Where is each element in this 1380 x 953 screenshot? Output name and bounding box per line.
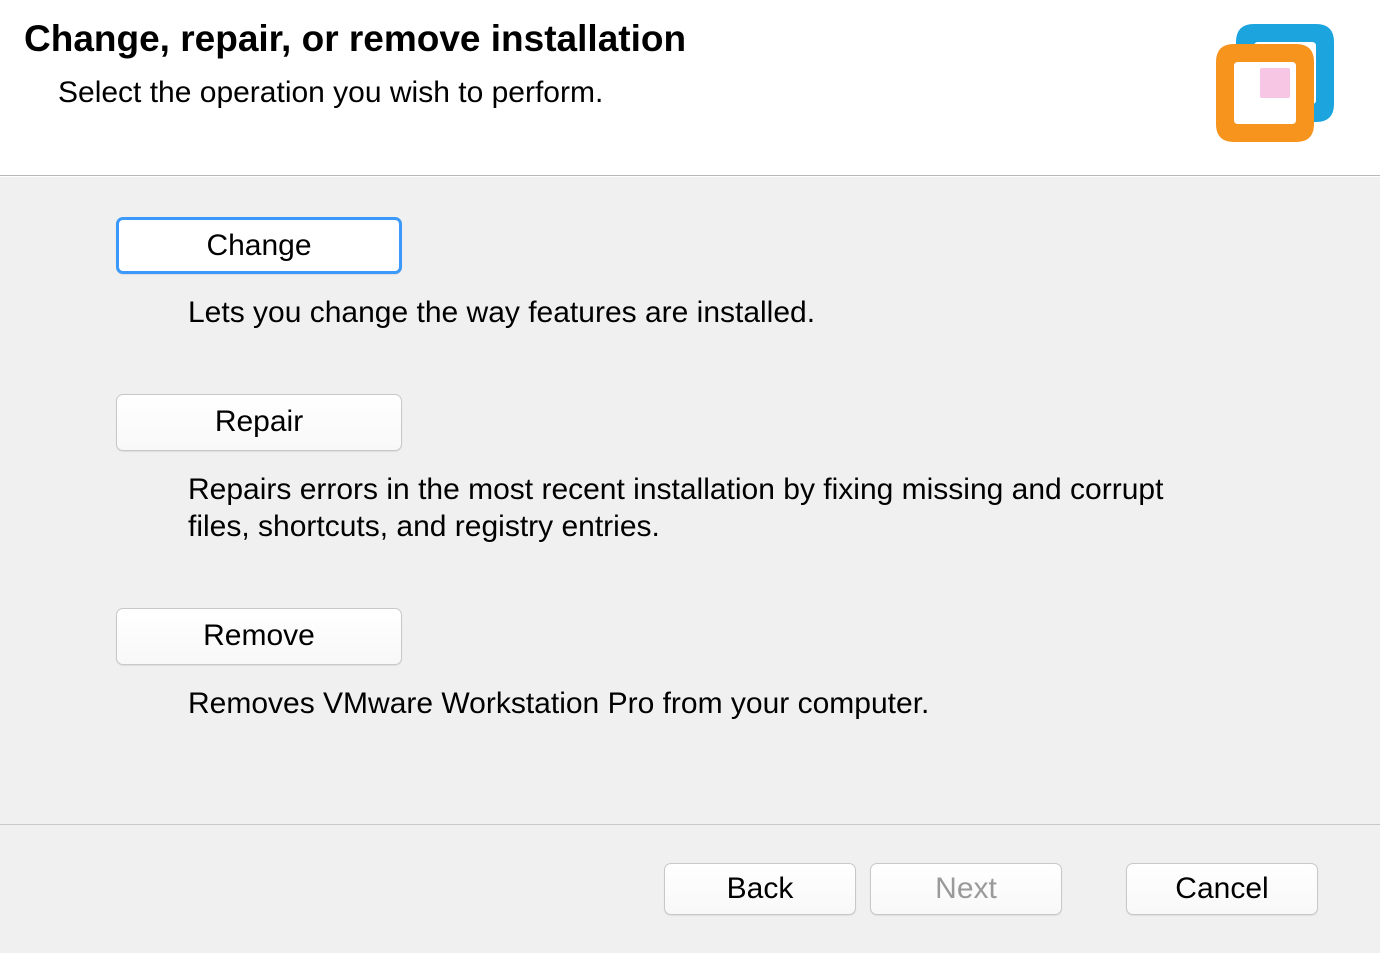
dialog-content: Change Lets you change the way features …: [0, 176, 1380, 824]
repair-button[interactable]: Repair: [116, 394, 402, 451]
page-subtitle: Select the operation you wish to perform…: [58, 76, 1214, 110]
vmware-logo-icon: [1214, 22, 1336, 149]
back-button[interactable]: Back: [664, 863, 856, 915]
cancel-button[interactable]: Cancel: [1126, 863, 1318, 915]
remove-description: Removes VMware Workstation Pro from your…: [188, 685, 1208, 723]
next-button[interactable]: Next: [870, 863, 1062, 915]
change-button[interactable]: Change: [116, 217, 402, 274]
dialog-footer: Back Next Cancel: [0, 824, 1380, 953]
page-title: Change, repair, or remove installation: [24, 18, 1214, 60]
repair-description: Repairs errors in the most recent instal…: [188, 471, 1208, 546]
option-remove-block: Remove Removes VMware Workstation Pro fr…: [116, 608, 1264, 723]
header-text-block: Change, repair, or remove installation S…: [24, 18, 1214, 110]
change-description: Lets you change the way features are ins…: [188, 294, 1208, 332]
option-change-block: Change Lets you change the way features …: [116, 217, 1264, 332]
dialog-header: Change, repair, or remove installation S…: [0, 0, 1380, 176]
option-repair-block: Repair Repairs errors in the most recent…: [116, 394, 1264, 546]
remove-button[interactable]: Remove: [116, 608, 402, 665]
